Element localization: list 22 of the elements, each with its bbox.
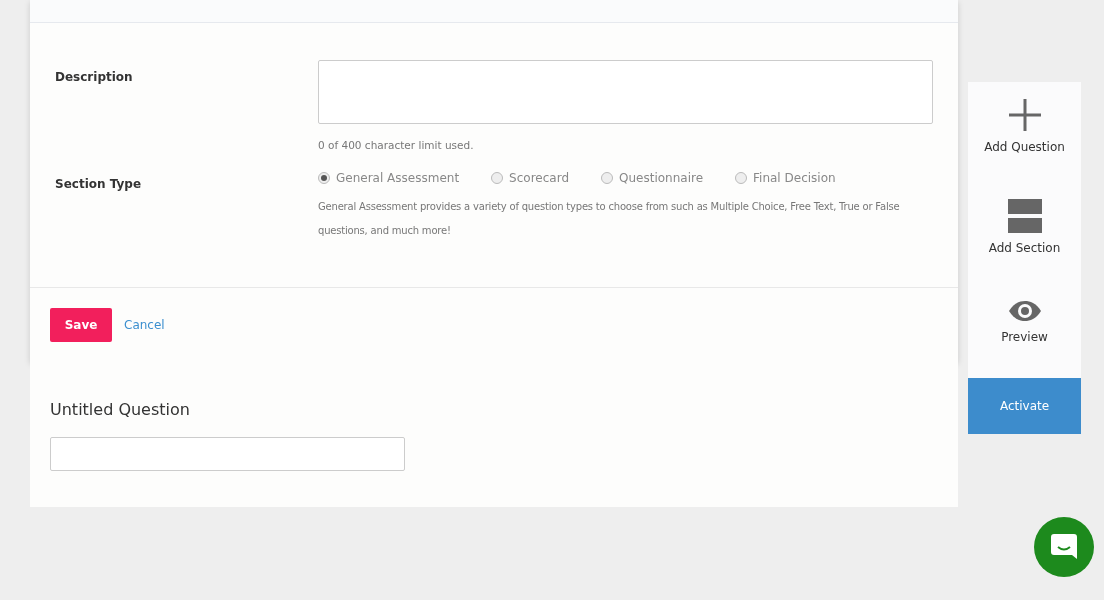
chat-icon — [1049, 532, 1079, 562]
eye-icon — [1007, 300, 1042, 322]
toolbar-button[interactable]: Add Question — [968, 82, 1081, 183]
answer-field[interactable] — [50, 437, 405, 471]
question-title: Untitled Question — [50, 400, 191, 419]
radio-option[interactable]: General Assessment — [318, 171, 460, 185]
cancel-link[interactable]: Cancel — [124, 318, 165, 332]
radio-option[interactable]: Scorecard — [491, 171, 569, 185]
field-label: Section Type — [55, 177, 143, 193]
save-button[interactable]: Save — [50, 308, 112, 342]
radio-option[interactable]: Final Decision — [735, 171, 836, 185]
plus-icon — [1007, 98, 1042, 132]
field-label: Description — [55, 69, 134, 86]
section-icon — [1007, 199, 1042, 233]
description-field[interactable] — [318, 60, 933, 124]
help-text: General Assessment provides a variety of question types to choose from such as Multiple Choice, Free Text, True or False questions, and much more! — [318, 200, 901, 238]
character-count: 0 of 400 character limit used. — [318, 139, 475, 151]
toolbar-button[interactable]: Preview — [968, 284, 1081, 378]
chat-button[interactable] — [1034, 517, 1094, 577]
toolbar-button[interactable]: Add Section — [968, 183, 1081, 284]
activate-button[interactable]: Activate — [968, 378, 1081, 434]
radio-option[interactable]: Questionnaire — [601, 171, 704, 185]
